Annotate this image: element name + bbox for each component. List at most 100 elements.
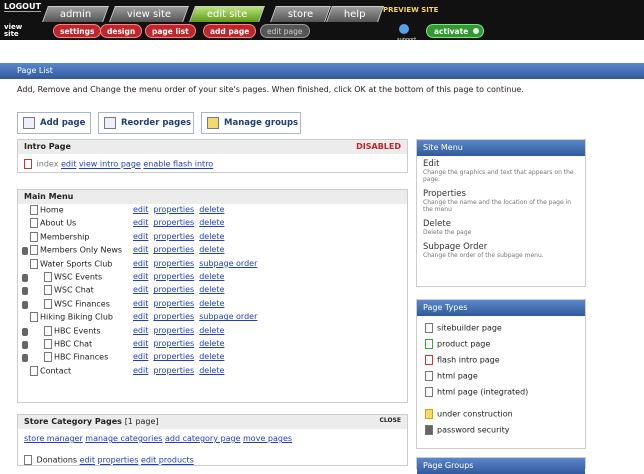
menu-row-actions: edit properties delete xyxy=(133,245,229,258)
menu-properties-link[interactable]: properties xyxy=(153,312,194,321)
tab-edit-site[interactable]: edit site xyxy=(189,6,266,22)
warning-icon xyxy=(425,409,433,419)
menu-delete-link[interactable]: delete xyxy=(199,352,224,361)
menu-delete-link[interactable]: delete xyxy=(199,299,224,308)
menu-properties-link[interactable]: properties xyxy=(153,205,194,214)
move-pages-link[interactable]: move pages xyxy=(243,434,292,443)
menu-subpage-order-link[interactable]: subpage order xyxy=(199,312,257,321)
menu-edit-link[interactable]: edit xyxy=(133,232,148,241)
menu-delete-link[interactable]: delete xyxy=(199,339,224,348)
menu-row-10: HBC Chat xyxy=(22,339,92,352)
design-button[interactable]: design xyxy=(100,24,143,38)
menu-edit-link[interactable]: edit xyxy=(133,312,148,321)
menu-edit-link[interactable]: edit xyxy=(133,218,148,227)
page-types-panel: Page Types sitebuilder page product page f… xyxy=(416,299,586,449)
menu-properties-link[interactable]: properties xyxy=(153,259,194,268)
logout-link[interactable]: LOGOUT xyxy=(4,2,41,12)
donation-products-link[interactable]: edit products xyxy=(141,456,194,465)
page-icon xyxy=(44,272,52,282)
menu-row-2: Membership xyxy=(30,231,89,245)
menu-properties-link[interactable]: properties xyxy=(153,299,194,308)
page-type-item: password security xyxy=(425,425,509,435)
menu-properties-link[interactable]: properties xyxy=(153,218,194,227)
store-manager-link[interactable]: store manager xyxy=(24,434,83,443)
tab-help[interactable]: help xyxy=(326,6,384,22)
menu-edit-link[interactable]: edit xyxy=(133,272,148,281)
site-menu-item: Properties Change the name and the locati… xyxy=(423,189,572,213)
menu-page-name: Home xyxy=(40,205,64,215)
tab-view-site[interactable]: view site xyxy=(109,6,190,22)
menu-delete-link[interactable]: delete xyxy=(199,285,224,294)
preview-site-link[interactable]: PREVIEW SITE xyxy=(383,6,438,14)
reorder-pages-button[interactable]: Reorder pages xyxy=(98,112,194,134)
edit-page-button[interactable]: edit page xyxy=(260,24,310,38)
menu-edit-link[interactable]: edit xyxy=(133,366,148,375)
menu-edit-link[interactable]: edit xyxy=(133,259,148,268)
lock-icon xyxy=(22,354,28,363)
page-groups-title: Page Groups xyxy=(417,458,585,474)
menu-properties-link[interactable]: properties xyxy=(153,245,194,254)
menu-properties-link[interactable]: properties xyxy=(153,352,194,361)
menu-row-9: HBC Events xyxy=(22,325,101,339)
manage-categories-link[interactable]: manage categories xyxy=(85,434,162,443)
menu-edit-link[interactable]: edit xyxy=(133,352,148,361)
menu-delete-link[interactable]: delete xyxy=(199,272,224,281)
donation-name: Donations xyxy=(36,455,78,465)
tab-store[interactable]: store xyxy=(270,6,332,22)
close-button[interactable]: CLOSE xyxy=(379,417,401,424)
menu-delete-link[interactable]: delete xyxy=(199,366,224,375)
intro-view-link[interactable]: view intro page xyxy=(79,160,141,169)
donation-properties-link[interactable]: properties xyxy=(98,456,139,465)
intro-page-panel: Intro Page DISABLED index edit view intro… xyxy=(17,139,408,173)
menu-delete-link[interactable]: delete xyxy=(199,326,224,335)
add-page-icon xyxy=(23,117,35,129)
manage-groups-button[interactable]: Manage groups xyxy=(201,112,301,134)
page-list-button[interactable]: page list xyxy=(145,24,196,38)
settings-button[interactable]: settings xyxy=(53,24,102,38)
menu-row-actions: edit properties subpage order xyxy=(133,259,262,272)
support-label: support xyxy=(397,37,417,43)
lock-icon xyxy=(22,341,28,349)
page-icon xyxy=(30,205,38,215)
menu-row-3: Members Only News xyxy=(22,245,123,258)
add-category-link[interactable]: add category page xyxy=(165,434,240,443)
menu-delete-link[interactable]: delete xyxy=(199,232,224,241)
menu-properties-link[interactable]: properties xyxy=(153,232,194,241)
menu-delete-link[interactable]: delete xyxy=(199,205,224,214)
intro-flash-link[interactable]: enable flash intro xyxy=(143,160,213,169)
menu-row-actions: edit properties subpage order xyxy=(133,312,262,325)
menu-edit-link[interactable]: edit xyxy=(133,285,148,294)
add-page-button[interactable]: add page xyxy=(203,24,257,38)
menu-delete-link[interactable]: delete xyxy=(199,218,224,227)
support-icon[interactable] xyxy=(399,24,409,34)
menu-subpage-order-link[interactable]: subpage order xyxy=(199,259,257,268)
view-site-shortcut[interactable]: view site xyxy=(4,24,22,38)
menu-row-actions: edit properties delete xyxy=(133,339,229,352)
page-type-item: product page xyxy=(425,339,490,349)
menu-delete-link[interactable]: delete xyxy=(199,245,224,254)
store-title: Store Category Pages [1 page] CLOSE xyxy=(18,415,407,429)
menu-properties-link[interactable]: properties xyxy=(153,326,194,335)
menu-edit-link[interactable]: edit xyxy=(133,326,148,335)
menu-row-7: WSC Finances xyxy=(22,298,110,312)
menu-properties-link[interactable]: properties xyxy=(153,339,194,348)
menu-edit-link[interactable]: edit xyxy=(133,245,148,254)
page-type-icon xyxy=(425,371,433,381)
activate-button[interactable]: activate xyxy=(426,24,484,38)
add-page-button-main[interactable]: Add page xyxy=(17,112,91,134)
menu-edit-link[interactable]: edit xyxy=(133,339,148,348)
intro-edit-link[interactable]: edit xyxy=(61,160,76,169)
menu-edit-link[interactable]: edit xyxy=(133,299,148,308)
menu-edit-link[interactable]: edit xyxy=(133,205,148,214)
menu-properties-link[interactable]: properties xyxy=(153,366,194,375)
lock-icon xyxy=(22,274,28,282)
menu-properties-link[interactable]: properties xyxy=(153,272,194,281)
menu-page-name: Members Only News xyxy=(40,245,123,255)
menu-row-actions: edit properties delete xyxy=(133,285,229,298)
lock-icon xyxy=(425,425,433,435)
page-type-icon xyxy=(425,387,433,397)
tab-admin[interactable]: admin xyxy=(42,6,110,22)
menu-properties-link[interactable]: properties xyxy=(153,285,194,294)
donation-edit-link[interactable]: edit xyxy=(80,456,95,465)
page-type-icon xyxy=(425,323,433,333)
